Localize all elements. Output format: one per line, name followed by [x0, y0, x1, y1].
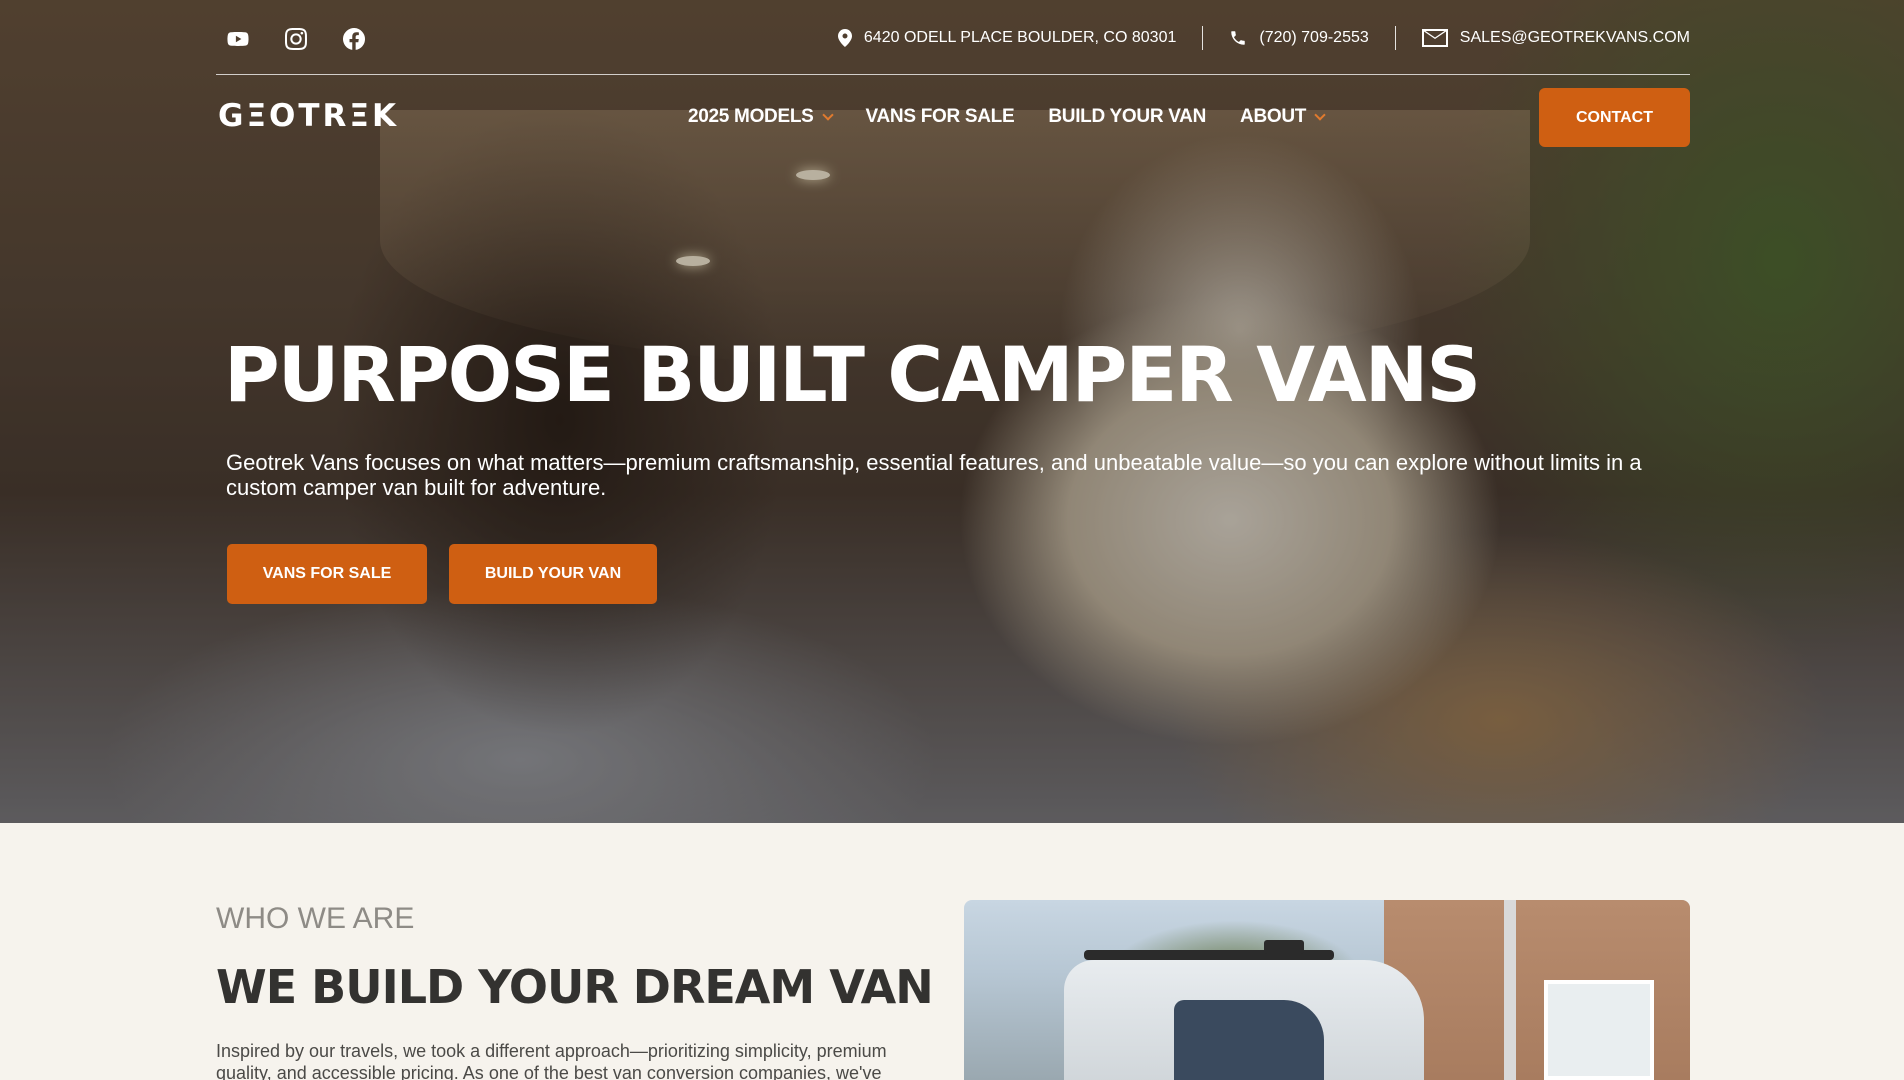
- instagram-icon: [285, 28, 307, 50]
- divider: [1394, 26, 1396, 50]
- email-text: SALES@GEOTREKVANS.COM: [1459, 29, 1690, 46]
- facebook-link[interactable]: [342, 27, 366, 51]
- nav-item-label: ABOUT: [1240, 106, 1307, 127]
- map-pin-icon: [837, 29, 852, 47]
- vans-for-sale-button[interactable]: VANS FOR SALE: [227, 544, 427, 604]
- main-nav: GΞOTRΞK 2025 MODELS VANS FOR SALE BUILD …: [216, 88, 1690, 148]
- hero-section: 6420 ODELL PLACE BOULDER, CO 80301 (720)…: [0, 0, 1904, 823]
- top-bar: 6420 ODELL PLACE BOULDER, CO 80301 (720)…: [216, 0, 1690, 75]
- nav-item-label: 2025 MODELS: [688, 106, 814, 127]
- nav-item-label: VANS FOR SALE: [865, 106, 1015, 127]
- youtube-icon: [227, 32, 249, 46]
- address-text: 6420 ODELL PLACE BOULDER, CO 80301: [863, 29, 1177, 46]
- contact-button[interactable]: CONTACT: [1539, 88, 1690, 147]
- facebook-icon: [343, 28, 365, 50]
- section-title: WE BUILD YOUR DREAM VAN: [216, 960, 934, 1014]
- photo-window: [1544, 980, 1654, 1080]
- phone-text: (720) 709-2553: [1259, 29, 1369, 46]
- hero-subtitle: Geotrek Vans focuses on what matters—pre…: [226, 450, 1642, 500]
- contact-info-bar: 6420 ODELL PLACE BOULDER, CO 80301 (720)…: [837, 26, 1690, 50]
- nav-item-2025-models[interactable]: 2025 MODELS: [688, 106, 834, 128]
- section-body: Inspired by our travels, we took a diffe…: [216, 1041, 887, 1080]
- divider: [1202, 26, 1204, 50]
- nav-menu: 2025 MODELS VANS FOR SALE BUILD YOUR VAN…: [688, 106, 1326, 128]
- phone-icon: [1231, 31, 1246, 45]
- van-photo: [964, 900, 1690, 1080]
- section-eyebrow: WHO WE ARE: [216, 902, 415, 935]
- address-item[interactable]: 6420 ODELL PLACE BOULDER, CO 80301: [837, 29, 1177, 47]
- nav-item-label: BUILD YOUR VAN: [1048, 106, 1207, 127]
- hero-title: PURPOSE BUILT CAMPER VANS: [224, 330, 1481, 419]
- build-your-van-button[interactable]: BUILD YOUR VAN: [449, 544, 657, 604]
- instagram-link[interactable]: [284, 27, 308, 51]
- nav-item-about[interactable]: ABOUT: [1240, 106, 1326, 128]
- nav-item-build-your-van[interactable]: BUILD YOUR VAN: [1048, 106, 1206, 128]
- envelope-icon: [1421, 29, 1448, 47]
- photo-pole: [1504, 900, 1516, 1080]
- photo-van-window: [1174, 1000, 1324, 1080]
- phone-item[interactable]: (720) 709-2553: [1229, 29, 1369, 47]
- nav-item-vans-for-sale[interactable]: VANS FOR SALE: [866, 106, 1015, 128]
- chevron-down-icon: [1314, 109, 1326, 121]
- geotrek-logo[interactable]: GΞOTRΞK: [218, 98, 399, 134]
- chevron-down-icon: [821, 109, 834, 121]
- email-item[interactable]: SALES@GEOTREKVANS.COM: [1421, 29, 1690, 47]
- youtube-link[interactable]: [226, 27, 250, 51]
- photo-roof-unit: [1264, 940, 1304, 954]
